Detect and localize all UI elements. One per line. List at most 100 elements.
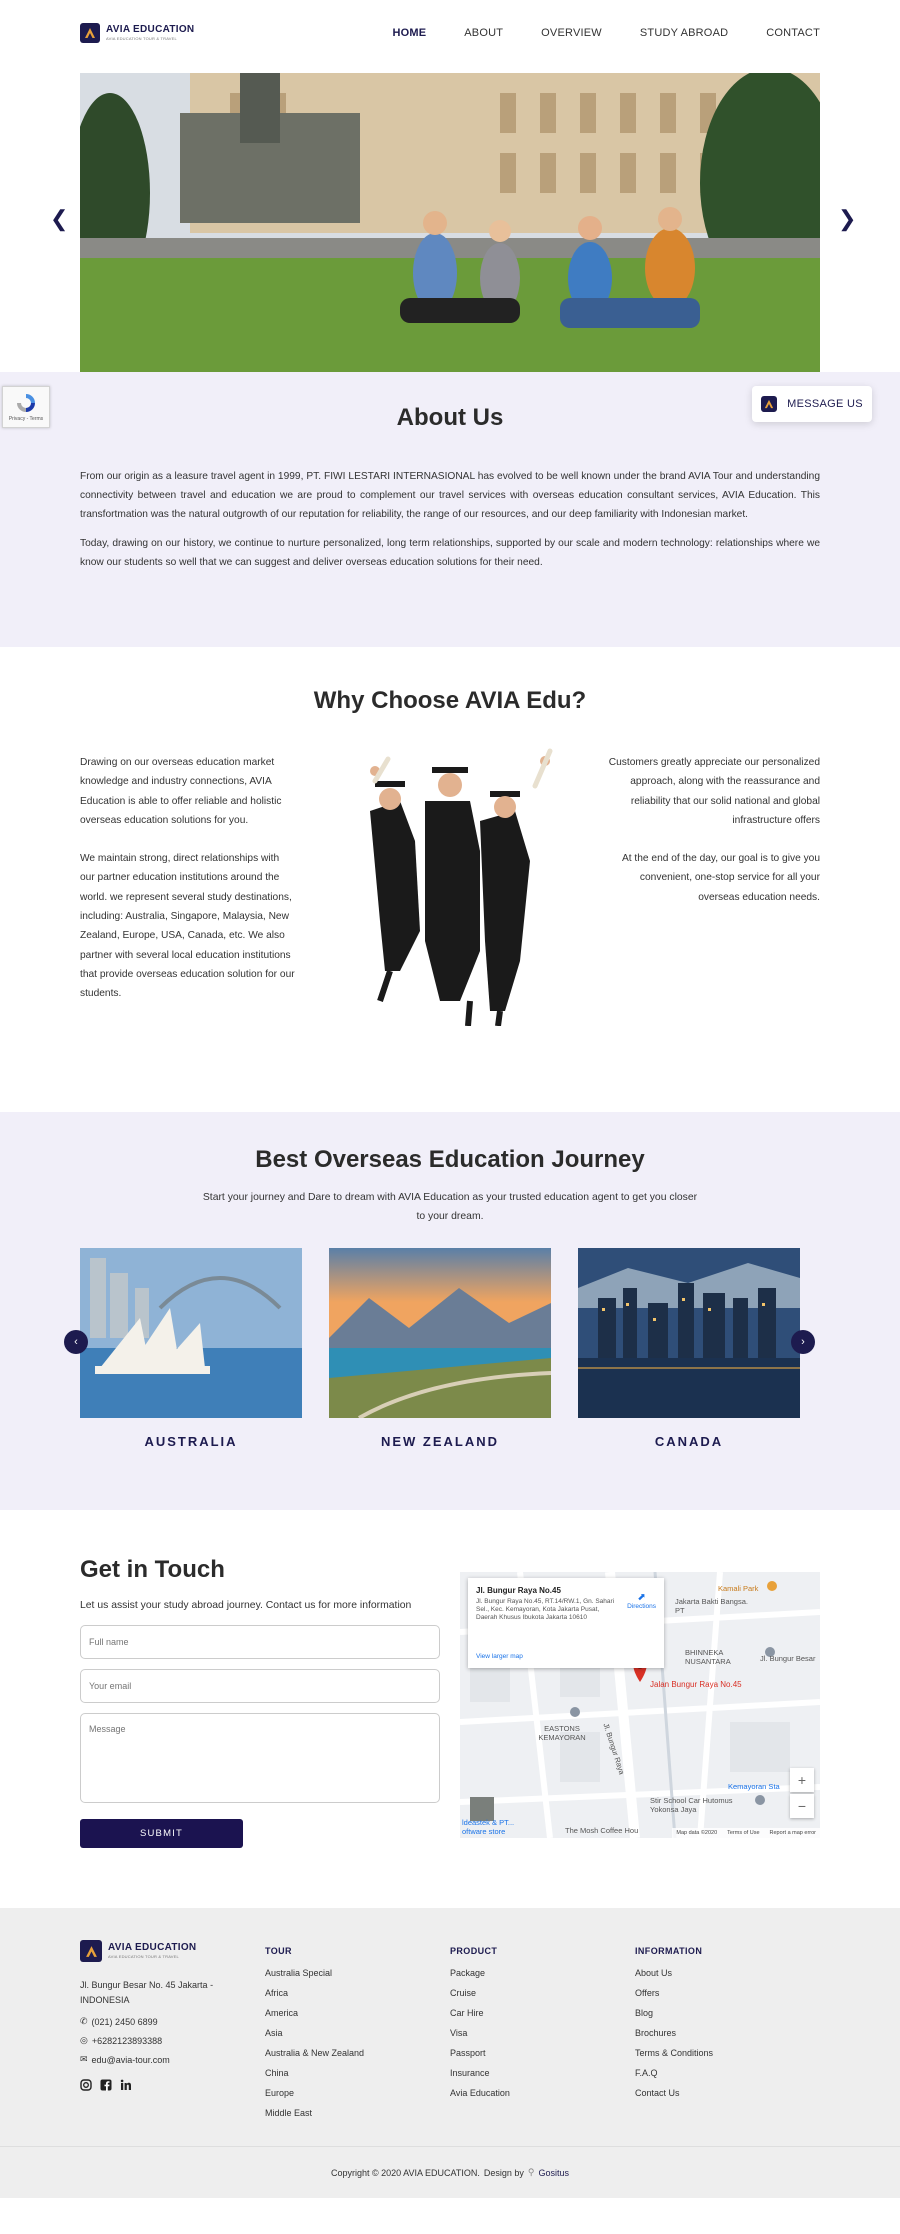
recaptcha-icon	[17, 394, 35, 412]
destination-card-canada[interactable]: CANADA	[578, 1248, 800, 1449]
footer-phone-text: (021) 2450 6899	[91, 2016, 158, 2027]
about-paragraph-1: From our origin as a leasure travel agen…	[80, 471, 820, 520]
email-input[interactable]	[80, 1669, 440, 1703]
about-paragraph-2: Today, drawing on our history, we contin…	[80, 538, 820, 568]
footer-brand-tagline: AVIA EDUCATION TOUR & TRAVEL	[108, 1954, 179, 1959]
map-directions-button[interactable]: ⬈ Directions	[627, 1592, 656, 1610]
map-info-card: Jl. Bungur Raya No.45 Jl. Bungur Raya No…	[468, 1578, 664, 1668]
destination-card-new-zealand[interactable]: NEW ZEALAND	[329, 1248, 551, 1449]
site-header: AVIA EDUCATION AVIA EDUCATION TOUR & TRA…	[0, 0, 900, 66]
why-right-paragraph-2: At the end of the day, our goal is to gi…	[621, 853, 820, 903]
footer-link[interactable]: China	[265, 2068, 450, 2078]
hero-image	[80, 73, 820, 372]
footer-link[interactable]: Cruise	[450, 1988, 635, 1998]
submit-button[interactable]: SUBMIT	[80, 1819, 243, 1848]
footer-link[interactable]: Asia	[265, 2028, 450, 2038]
footer-brand-name: AVIA EDUCATION	[108, 1942, 197, 1953]
footer-link[interactable]: Insurance	[450, 2068, 635, 2078]
footer-link[interactable]: Terms & Conditions	[635, 2048, 820, 2058]
footer-link[interactable]: Australia & New Zealand	[265, 2048, 450, 2058]
contact-title: Get in Touch	[80, 1556, 225, 1583]
logo-a-icon	[761, 396, 778, 412]
map-terms-link[interactable]: Terms of Use	[727, 1830, 759, 1836]
map-label: oftware store	[462, 1827, 506, 1836]
map-zoom-out-button[interactable]: −	[790, 1794, 814, 1818]
australia-image	[80, 1248, 302, 1418]
copyright-bar: Copyright © 2020 AVIA EDUCATION. Design …	[0, 2146, 900, 2198]
message-us-button[interactable]: MESSAGE US	[752, 386, 872, 422]
footer-link[interactable]: Europe	[265, 2088, 450, 2098]
hero-prev-arrow[interactable]: ❮	[50, 206, 68, 232]
footer-email[interactable]: ✉ edu@avia-tour.com	[80, 2054, 265, 2065]
map-label: Kamali Park	[718, 1584, 759, 1593]
footer-whatsapp-text: +6282123893388	[91, 2035, 163, 2046]
footer-link[interactable]: Middle East	[265, 2108, 450, 2118]
footer-phone[interactable]: ✆ (021) 2450 6899	[80, 2016, 265, 2027]
footer-information-title: INFORMATION	[635, 1946, 703, 1956]
nav-about[interactable]: ABOUT	[464, 27, 503, 39]
view-larger-map-link[interactable]: View larger map	[476, 1653, 523, 1660]
map-label: Jl. Bungur Besar	[760, 1654, 816, 1663]
journey-prev-arrow[interactable]: ‹	[64, 1330, 88, 1354]
brand-tagline: AVIA EDUCATION TOUR & TRAVEL	[106, 36, 177, 41]
footer-link[interactable]: Africa	[265, 1988, 450, 1998]
map-zoom-in-button[interactable]: +	[790, 1768, 814, 1792]
footer-link[interactable]: Blog	[635, 2008, 820, 2018]
footer-link[interactable]: Visa	[450, 2028, 635, 2038]
full-name-input[interactable]	[80, 1625, 440, 1659]
footer-link[interactable]: Brochures	[635, 2028, 820, 2038]
google-map[interactable]: Jl. Bungur Raya No.45 Jl. Bungur Raya No…	[460, 1572, 820, 1838]
footer-whatsapp[interactable]: ◎ +6282123893388	[80, 2035, 265, 2046]
footer-link[interactable]: F.A.Q	[635, 2068, 820, 2078]
why-right-column: Customers greatly appreciate our persona…	[605, 753, 820, 1026]
nav-study-abroad[interactable]: STUDY ABROAD	[640, 27, 728, 39]
footer-link[interactable]: Contact Us	[635, 2088, 820, 2098]
directions-icon: ⬈	[637, 1592, 646, 1603]
graduates-image	[330, 741, 570, 1027]
why-left-column: Drawing on our overseas education market…	[80, 753, 295, 1026]
map-label: Kemayoran Sta	[728, 1782, 780, 1791]
journey-next-arrow[interactable]: ›	[791, 1330, 815, 1354]
footer-product-column: PRODUCT Package Cruise Car Hire Visa Pas…	[450, 1940, 635, 2146]
footer-link[interactable]: Package	[450, 1968, 635, 1978]
footer-link[interactable]: America	[265, 2008, 450, 2018]
map-label: Jakarta Bakti Bangsa. PT	[675, 1597, 748, 1615]
map-label: ldeastek & PT...	[462, 1818, 515, 1827]
nav-home[interactable]: HOME	[392, 27, 426, 39]
nav-contact[interactable]: CONTACT	[766, 27, 820, 39]
nav-overview[interactable]: OVERVIEW	[541, 27, 602, 39]
footer-link[interactable]: Offers	[635, 1988, 820, 1998]
brand-logo[interactable]: AVIA EDUCATION AVIA EDUCATION TOUR & TRA…	[80, 23, 194, 43]
site-footer: AVIA EDUCATION AVIA EDUCATION TOUR & TRA…	[0, 1908, 900, 2146]
footer-address: Jl. Bungur Besar No. 45 Jakarta - INDONE…	[80, 1980, 214, 2005]
footer-link[interactable]: Avia Education	[450, 2088, 635, 2098]
journey-title: Best Overseas Education Journey	[255, 1146, 645, 1173]
footer-link[interactable]: Car Hire	[450, 2008, 635, 2018]
main-nav: HOME ABOUT OVERVIEW STUDY ABROAD CONTACT	[354, 27, 820, 39]
journey-section: Best Overseas Education Journey Start yo…	[0, 1112, 900, 1510]
map-label: BHINNEKA NUSANTARA	[685, 1648, 731, 1666]
brand-name: AVIA EDUCATION	[106, 24, 195, 35]
footer-link[interactable]: About Us	[635, 1968, 820, 1978]
new-zealand-image	[329, 1248, 551, 1418]
recaptcha-badge[interactable]: Privacy - Terms	[2, 386, 50, 428]
instagram-icon[interactable]	[80, 2079, 92, 2091]
footer-product-title: PRODUCT	[450, 1946, 498, 1956]
footer-link[interactable]: Australia Special	[265, 1968, 450, 1978]
map-directions-label: Directions	[627, 1603, 656, 1610]
recaptcha-label[interactable]: Privacy - Terms	[9, 416, 43, 422]
message-textarea[interactable]	[80, 1713, 440, 1803]
hero-next-arrow[interactable]: ❯	[838, 206, 856, 232]
designer-link[interactable]: Gositus	[538, 2168, 569, 2178]
footer-tour-column: TOUR Australia Special Africa America As…	[265, 1940, 450, 2146]
linkedin-icon[interactable]	[120, 2079, 132, 2091]
footer-logo[interactable]: AVIA EDUCATION AVIA EDUCATION TOUR & TRA…	[80, 1940, 265, 1962]
map-report-link[interactable]: Report a map error	[770, 1830, 816, 1836]
footer-link[interactable]: Passport	[450, 2048, 635, 2058]
contact-section: Get in Touch Let us assist your study ab…	[0, 1510, 900, 1908]
gositus-icon: ⚲	[527, 2167, 535, 2177]
canada-image	[578, 1248, 800, 1418]
destination-card-australia[interactable]: AUSTRALIA	[80, 1248, 302, 1449]
journey-subtitle: Start your journey and Dare to dream wit…	[202, 1192, 698, 1222]
facebook-icon[interactable]	[100, 2079, 112, 2091]
